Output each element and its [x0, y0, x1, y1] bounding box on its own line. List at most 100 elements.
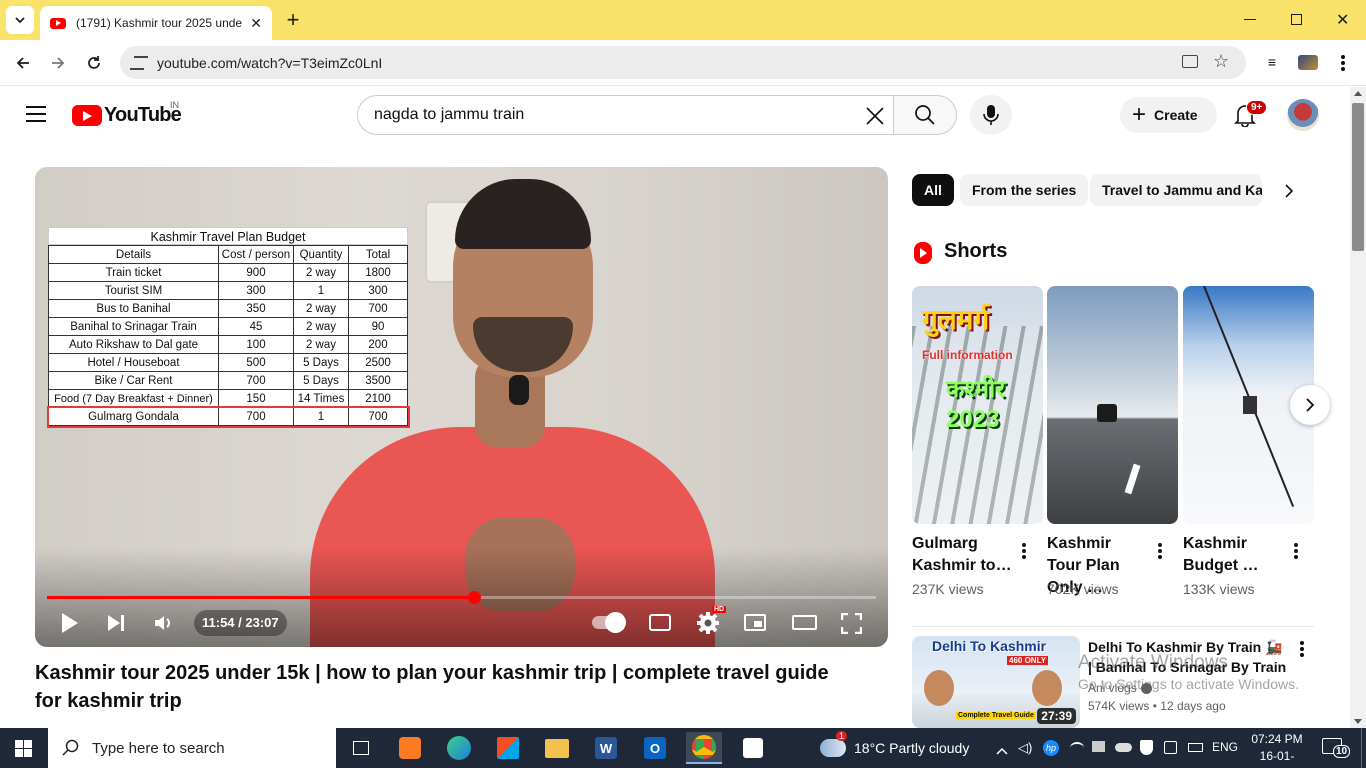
related-menu-icon[interactable]: [1300, 641, 1304, 657]
next-icon: [108, 615, 120, 631]
miniplayer-button[interactable]: [744, 614, 766, 631]
install-app-icon[interactable]: [1182, 55, 1198, 68]
short-2-menu-icon[interactable]: [1158, 543, 1162, 559]
profile-extension-icon[interactable]: [1298, 55, 1318, 70]
notifications-button[interactable]: 9+: [1234, 100, 1268, 128]
budget-cell: 2 way: [293, 317, 349, 336]
weather-badge: 1: [836, 731, 848, 741]
close-window-button[interactable]: ✕: [1336, 10, 1349, 30]
windows-start-button[interactable]: [15, 740, 32, 757]
related-channel[interactable]: Ani vlogs: [1088, 681, 1152, 695]
show-desktop-button[interactable]: [1361, 728, 1366, 768]
security-tray-icon[interactable]: [1140, 740, 1153, 755]
scrollbar-thumb[interactable]: [1352, 103, 1364, 251]
page-scrollbar[interactable]: [1350, 87, 1366, 728]
word-app-icon[interactable]: W: [588, 732, 624, 764]
browser-menu-icon[interactable]: [1341, 55, 1345, 71]
progress-scrubber[interactable]: [467, 591, 481, 604]
search-input[interactable]: nagda to jammu train: [357, 95, 894, 135]
presenter-hair: [455, 179, 591, 249]
subtitles-button[interactable]: [649, 614, 671, 631]
budget-cell: Gulmarg Gondala: [48, 407, 219, 426]
network-tray-icon[interactable]: [1092, 741, 1105, 752]
onedrive-tray-icon[interactable]: [1115, 743, 1132, 752]
battery-tray-icon[interactable]: [1188, 743, 1203, 752]
tab-close-icon[interactable]: ✕: [250, 15, 262, 32]
short-1-menu-icon[interactable]: [1022, 543, 1026, 559]
related-video-thumbnail[interactable]: Delhi To Kashmir 460 ONLY Complete Trave…: [912, 636, 1080, 728]
short-1-thumb-text-2: कश्मीर: [946, 376, 1006, 403]
bookmark-star-icon[interactable]: ☆: [1213, 51, 1229, 72]
notification-center-button[interactable]: 10: [1322, 738, 1351, 758]
budget-cell: Auto Rikshaw to Dal gate: [48, 335, 219, 354]
volume-tray-icon[interactable]: ◁): [1018, 740, 1032, 756]
edge-app-icon[interactable]: [441, 732, 477, 764]
store-app-icon[interactable]: [490, 732, 526, 764]
chips-next-icon[interactable]: [1283, 184, 1295, 203]
wifi-tray-icon[interactable]: [1070, 742, 1084, 754]
file-explorer-icon[interactable]: [539, 732, 575, 764]
short-views-1: 237K views: [912, 581, 984, 597]
budget-cell: Bike / Car Rent: [48, 371, 219, 390]
clock[interactable]: 07:24 PM 16-01-2025: [1248, 731, 1306, 782]
voice-search-button[interactable]: [970, 95, 1012, 135]
budget-row: Train ticket 900 2 way 1800: [48, 263, 408, 282]
reload-icon[interactable]: [83, 52, 105, 74]
related-video-title[interactable]: Delhi To Kashmir By Train 🚂 | Banihal To…: [1088, 637, 1288, 677]
create-button[interactable]: + Create: [1120, 97, 1217, 133]
back-arrow-icon[interactable]: [12, 52, 34, 74]
budget-cell: 1: [293, 407, 349, 426]
short-title-1[interactable]: Gulmarg Kashmir to…: [912, 533, 1012, 577]
app-icon-black[interactable]: [735, 732, 771, 764]
budget-cell: 300: [218, 281, 294, 300]
media-control-icon[interactable]: ≡: [1262, 52, 1282, 72]
next-button[interactable]: [108, 615, 124, 631]
hp-tray-icon[interactable]: hp: [1043, 740, 1059, 756]
youtube-logo[interactable]: YouTube IN: [72, 100, 182, 127]
video-player[interactable]: Kashmir Travel Plan Budget Details Cost …: [35, 167, 888, 647]
browser-tab[interactable]: (1791) Kashmir tour 2025 unde ✕: [40, 6, 272, 40]
play-button[interactable]: [62, 613, 78, 633]
short-title-3[interactable]: Kashmir Budget …: [1183, 533, 1283, 577]
search-button[interactable]: [893, 95, 957, 135]
scroll-up-icon[interactable]: [1354, 91, 1362, 96]
budget-cell: 2500: [348, 353, 408, 372]
shorts-next-button[interactable]: [1290, 385, 1330, 425]
minimize-button[interactable]: [1244, 19, 1256, 20]
tray-icon-misc[interactable]: [1164, 741, 1177, 754]
theater-mode-button[interactable]: [792, 615, 817, 630]
short-thumbnail-1[interactable]: गुलमर्ग Full information कश्मीर 2023: [912, 286, 1043, 524]
progress-played: [47, 596, 474, 599]
video-title: Kashmir tour 2025 under 15k | how to pla…: [35, 662, 829, 712]
language-indicator[interactable]: ENG: [1212, 740, 1238, 754]
autoplay-toggle[interactable]: [592, 612, 626, 633]
volume-button[interactable]: [153, 614, 173, 637]
chip-travel-to-jammu[interactable]: Travel to Jammu and Kas: [1090, 174, 1262, 206]
fullscreen-button[interactable]: [840, 612, 863, 639]
budget-cell: 300: [348, 281, 408, 300]
progress-bar[interactable]: [47, 591, 876, 604]
tab-search-button[interactable]: [6, 6, 34, 34]
budget-row: Hotel / Houseboat 500 5 Days 2500: [48, 353, 408, 372]
outlook-app-icon[interactable]: O: [637, 732, 673, 764]
xampp-app-icon[interactable]: [392, 732, 428, 764]
chrome-app-icon[interactable]: [686, 732, 722, 764]
chip-from-the-series[interactable]: From the series: [960, 174, 1089, 206]
taskbar-search-box[interactable]: Type here to search: [48, 728, 336, 768]
tray-chevron-up-icon[interactable]: [996, 742, 1008, 760]
weather-widget[interactable]: 1 18°C Partly cloudy: [820, 728, 969, 768]
site-info-icon[interactable]: [130, 55, 148, 70]
clear-search-icon[interactable]: [865, 106, 885, 126]
avatar[interactable]: [1287, 99, 1319, 131]
short-3-menu-icon[interactable]: [1294, 543, 1298, 559]
new-tab-button[interactable]: +: [282, 7, 304, 32]
omnibox[interactable]: youtube.com/watch?v=T3eimZc0LnI ☆: [120, 46, 1246, 79]
short-thumbnail-2[interactable]: [1047, 286, 1178, 524]
restore-button[interactable]: [1291, 14, 1302, 25]
chip-all[interactable]: All: [912, 174, 954, 206]
scroll-down-icon[interactable]: [1354, 719, 1362, 724]
settings-button[interactable]: HD: [696, 606, 727, 640]
hamburger-menu-icon[interactable]: [26, 106, 46, 122]
forward-arrow-icon[interactable]: [47, 52, 69, 74]
task-view-icon[interactable]: [343, 732, 379, 764]
